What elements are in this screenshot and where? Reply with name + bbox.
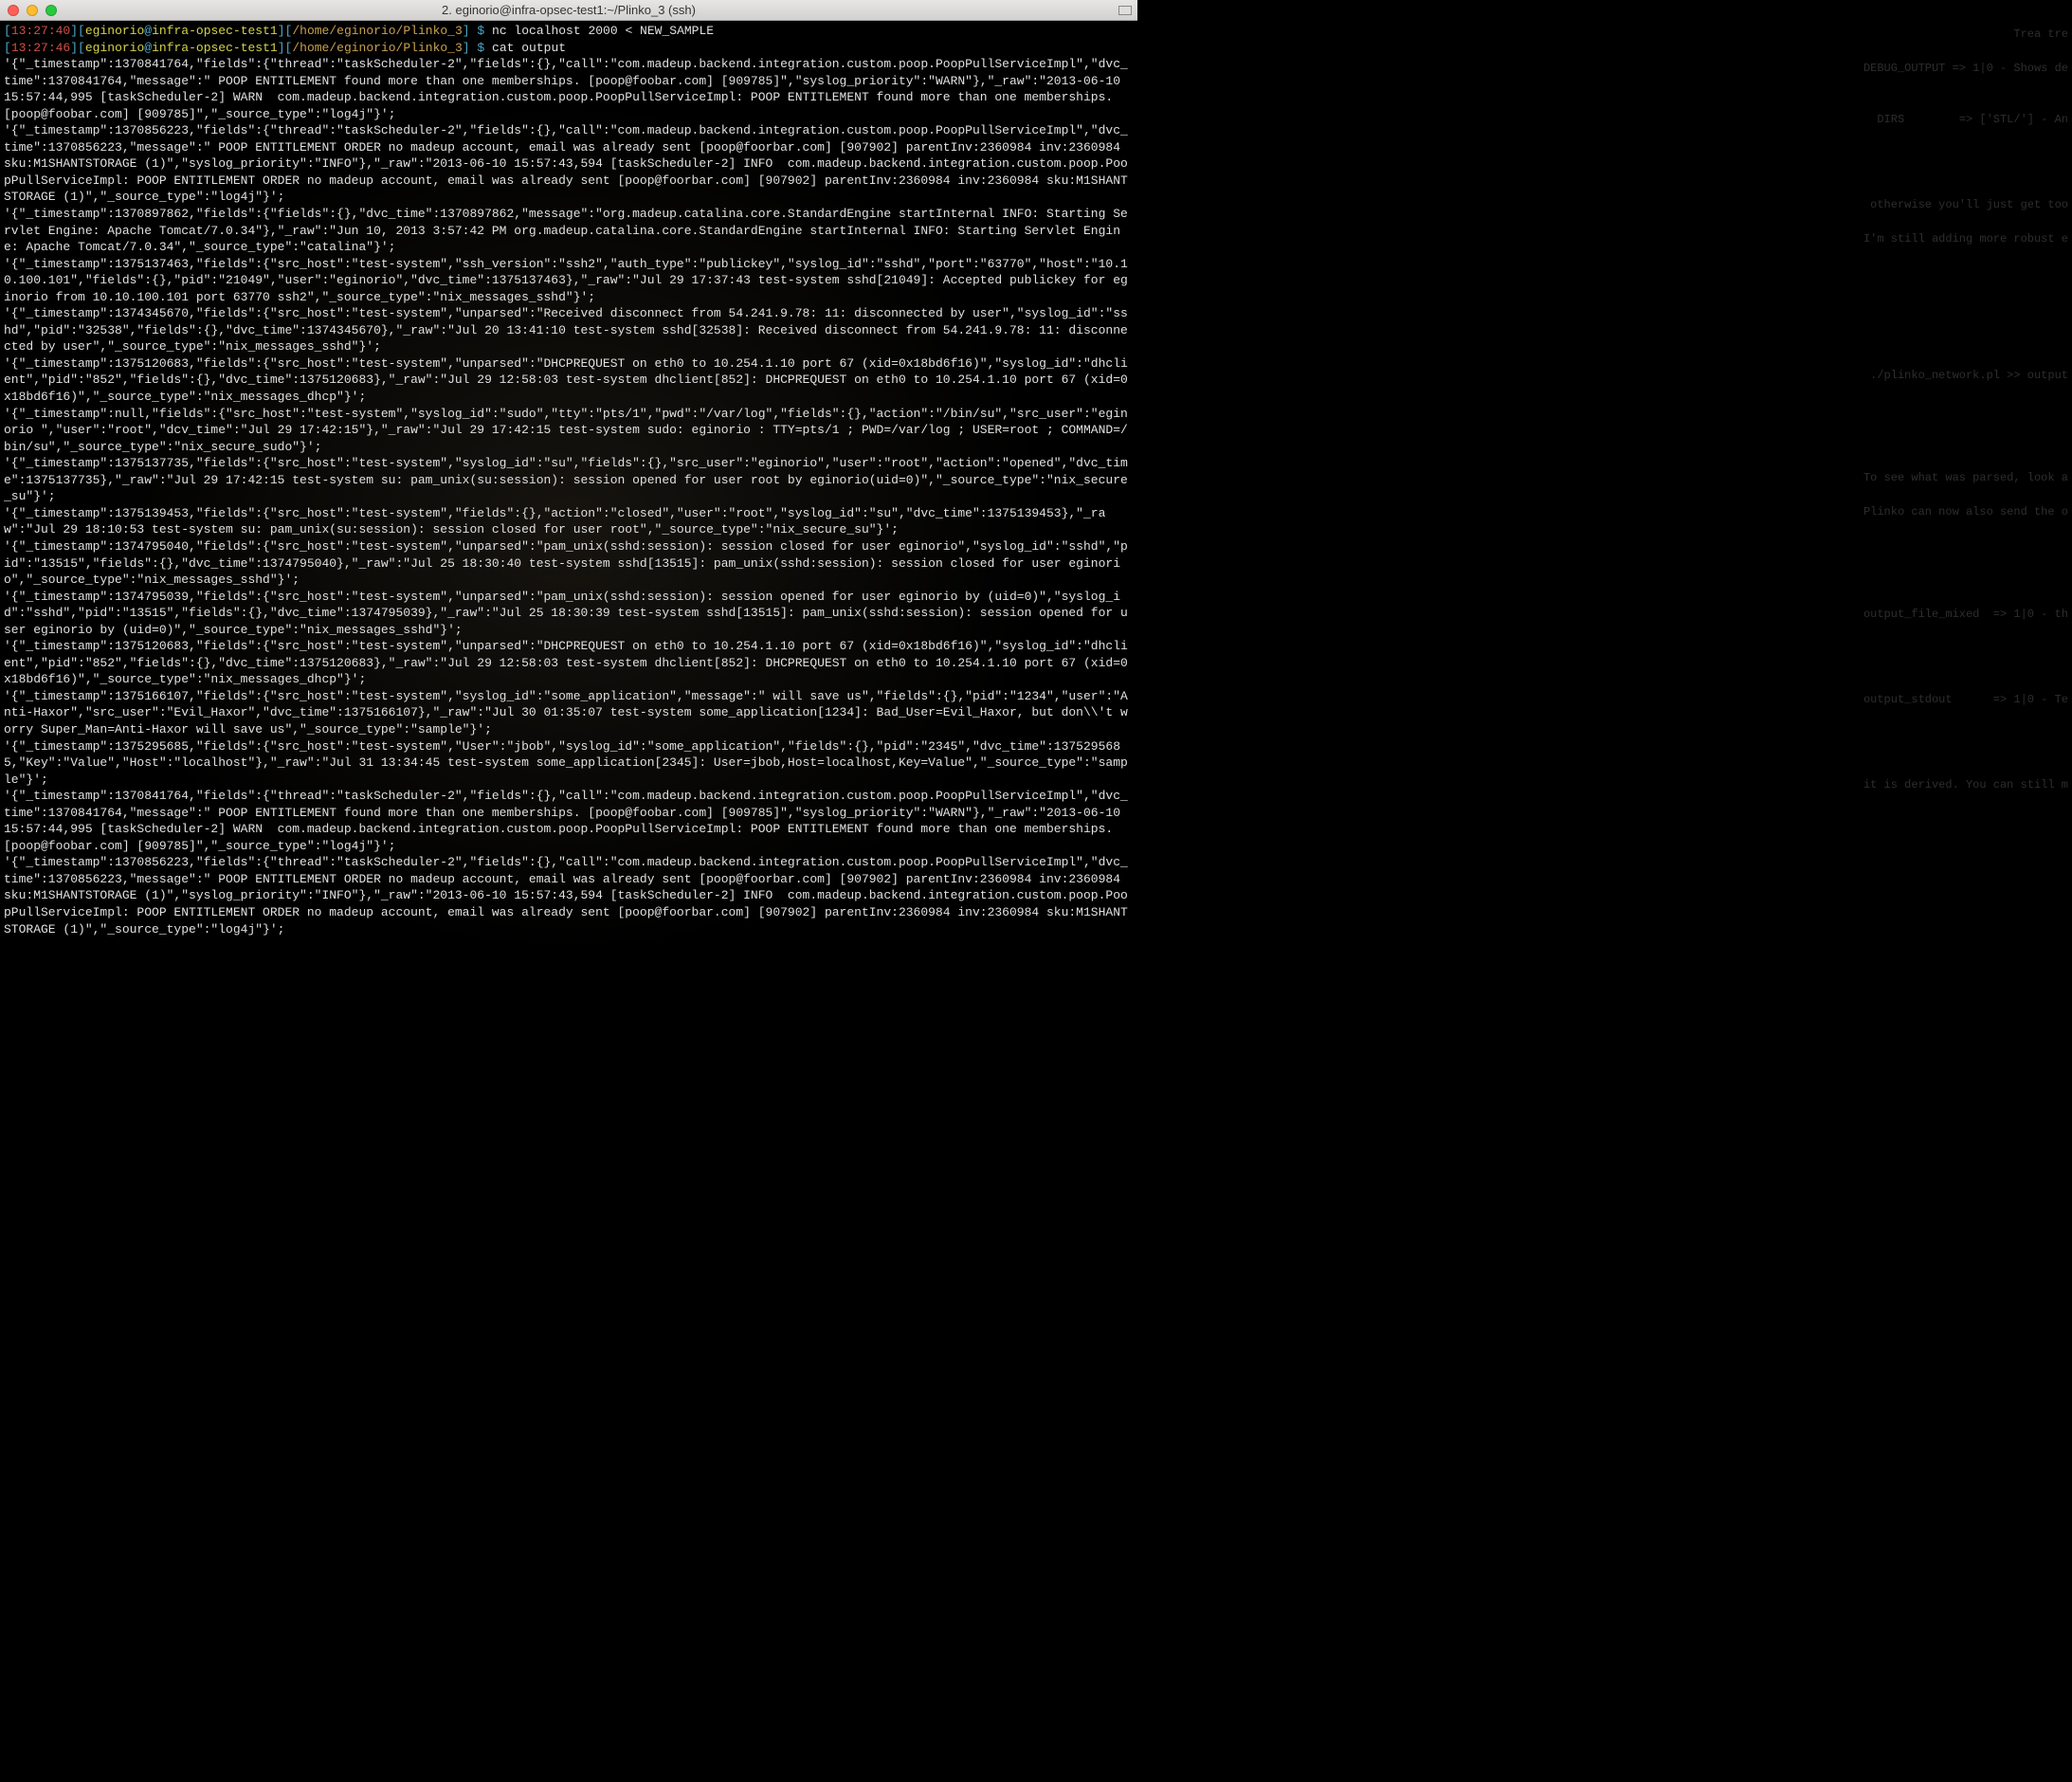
window-titlebar: 2. eginorio@infra-opsec-test1:~/Plinko_3… (0, 0, 1137, 21)
close-icon[interactable] (8, 5, 19, 16)
background-text: it is derived. You can still m (1863, 777, 2068, 792)
minimize-icon[interactable] (27, 5, 38, 16)
background-text: To see what was parsed, look a (1863, 470, 2068, 485)
output-line: '{"_timestamp":null,"fields":{"src_host"… (4, 406, 1134, 456)
background-text: output_file_mixed => 1|0 - th (1863, 607, 2068, 622)
output-line: '{"_timestamp":1370841764,"fields":{"thr… (4, 56, 1134, 122)
output-line: '{"_timestamp":1370856223,"fields":{"thr… (4, 122, 1134, 206)
output-line: '{"_timestamp":1370897862,"fields":{"fie… (4, 206, 1134, 256)
background-text: DEBUG_OUTPUT => 1|0 - Shows de (1863, 61, 2068, 76)
fullscreen-icon[interactable] (1118, 6, 1132, 15)
background-text: Trea tre (2013, 27, 2068, 42)
command-text: nc localhost 2000 < NEW_SAMPLE (492, 24, 714, 38)
background-text: output_stdout => 1|0 - Te (1863, 692, 2068, 707)
prompt-line: [13:27:40][eginorio@infra-opsec-test1][/… (4, 23, 1134, 40)
command-text: cat output (492, 41, 566, 55)
output-line: '{"_timestamp":1374795040,"fields":{"src… (4, 538, 1134, 589)
output-line: '{"_timestamp":1374345670,"fields":{"src… (4, 305, 1134, 355)
output-line: '{"_timestamp":1375295685,"fields":{"src… (4, 738, 1134, 789)
background-text: DIRS => ['STL/'] - An (1877, 112, 2068, 127)
prompt-line: [13:27:46][eginorio@infra-opsec-test1][/… (4, 40, 1134, 57)
zoom-icon[interactable] (45, 5, 57, 16)
output-line: '{"_timestamp":1375137463,"fields":{"src… (4, 256, 1134, 306)
background-text: Plinko can now also send the o (1863, 504, 2068, 519)
window-title: 2. eginorio@infra-opsec-test1:~/Plinko_3… (8, 2, 1130, 19)
output-line: '{"_timestamp":1375120683,"fields":{"src… (4, 638, 1134, 688)
background-text: I'm still adding more robust e (1863, 231, 2068, 246)
traffic-lights (8, 5, 57, 16)
output-line: '{"_timestamp":1370841764,"fields":{"thr… (4, 788, 1134, 854)
output-line: '{"_timestamp":1375120683,"fields":{"src… (4, 355, 1134, 406)
terminal-viewport[interactable]: [13:27:40][eginorio@infra-opsec-test1][/… (0, 21, 1137, 943)
output-line: '{"_timestamp":1370856223,"fields":{"thr… (4, 854, 1134, 937)
output-line: '{"_timestamp":1375139453,"fields":{"src… (4, 505, 1134, 538)
background-text: ./plinko_network.pl >> output (1870, 368, 2068, 383)
output-line: '{"_timestamp":1374795039,"fields":{"src… (4, 589, 1134, 639)
output-line: '{"_timestamp":1375137735,"fields":{"src… (4, 455, 1134, 505)
background-text: otherwise you'll just get too (1870, 197, 2068, 212)
output-line: '{"_timestamp":1375166107,"fields":{"src… (4, 688, 1134, 738)
